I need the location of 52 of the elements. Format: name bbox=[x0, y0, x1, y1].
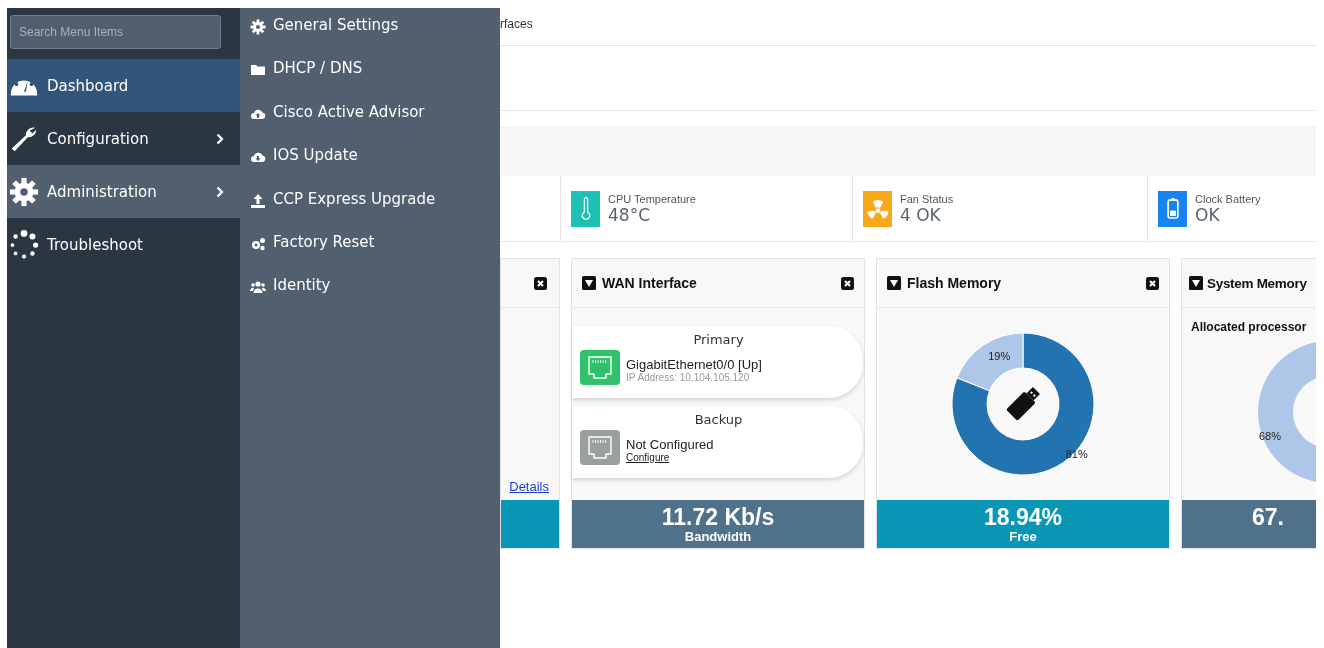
users-icon bbox=[250, 279, 266, 296]
status-value: OK bbox=[1195, 204, 1221, 225]
collapse-icon[interactable] bbox=[1189, 276, 1203, 290]
close-icon[interactable] bbox=[534, 276, 547, 290]
collapse-icon[interactable] bbox=[582, 276, 596, 290]
usb-drive-icon bbox=[1006, 387, 1040, 421]
card-title: System Memory bbox=[1207, 275, 1307, 291]
status-label: CPU Temperature bbox=[608, 192, 696, 205]
interface-name: GigabitEthernet0/0 [Up] bbox=[626, 356, 762, 372]
summary-caption: Free bbox=[1009, 528, 1037, 544]
submenu-item[interactable]: IOS Update bbox=[240, 146, 500, 190]
gear-icon bbox=[250, 19, 266, 35]
configure-link[interactable]: Configure bbox=[626, 451, 714, 463]
upload-icon bbox=[250, 192, 266, 209]
spinner-icon bbox=[9, 229, 39, 260]
collapse-icon[interactable] bbox=[887, 276, 901, 290]
summary-value: 67. bbox=[1252, 504, 1284, 529]
slice-label: 19% bbox=[988, 350, 1011, 363]
close-icon[interactable] bbox=[1146, 276, 1159, 290]
breadcrumb[interactable]: rfaces bbox=[500, 17, 533, 31]
panel-heading: Primary bbox=[692, 332, 745, 347]
ethernet-port-icon bbox=[580, 350, 620, 385]
nav-item[interactable]: Troubleshoot bbox=[7, 218, 240, 271]
status-label: Clock Battery bbox=[1195, 192, 1261, 205]
nav-item[interactable]: Dashboard bbox=[7, 59, 240, 112]
gears-icon bbox=[250, 235, 266, 252]
interface-name: Not Configured bbox=[626, 436, 714, 452]
nav-item[interactable]: Configuration bbox=[7, 112, 240, 165]
submenu-item[interactable]: General Settings bbox=[240, 16, 500, 60]
gear-icon bbox=[9, 176, 39, 207]
search-field[interactable]: Search Menu Items bbox=[10, 15, 221, 49]
ethernet-port-icon bbox=[580, 430, 620, 465]
summary-value: 11.72 Kb/s bbox=[661, 504, 775, 529]
submenu-item[interactable]: CCP Express Upgrade bbox=[240, 189, 500, 233]
summary-value: 18.94% bbox=[984, 504, 1062, 529]
ip-address: IP Address: 10.104.105.120 bbox=[626, 371, 750, 383]
close-icon[interactable] bbox=[841, 276, 854, 290]
status-value: 48°C bbox=[608, 204, 650, 225]
card-title: WAN Interface bbox=[602, 275, 698, 291]
panel-heading: Backup bbox=[693, 412, 744, 427]
details-link[interactable]: Details bbox=[509, 479, 549, 494]
chart-subtitle: Allocated processor bbox=[1191, 320, 1308, 334]
status-value: 4 OK bbox=[900, 204, 942, 225]
submenu-item[interactable]: DHCP / DNS bbox=[240, 59, 500, 103]
status-label: Fan Status bbox=[900, 192, 954, 205]
submenu-item[interactable]: Factory Reset bbox=[240, 232, 500, 277]
slice-label: 68% bbox=[1259, 430, 1281, 442]
nav-item[interactable]: Administration bbox=[7, 165, 240, 218]
summary-caption: Bandwidth bbox=[684, 528, 752, 544]
submenu-item[interactable]: Cisco Active Advisor bbox=[240, 102, 500, 147]
card-title: Flash Memory bbox=[907, 275, 1003, 291]
submenu-item[interactable]: Identity bbox=[240, 276, 500, 320]
